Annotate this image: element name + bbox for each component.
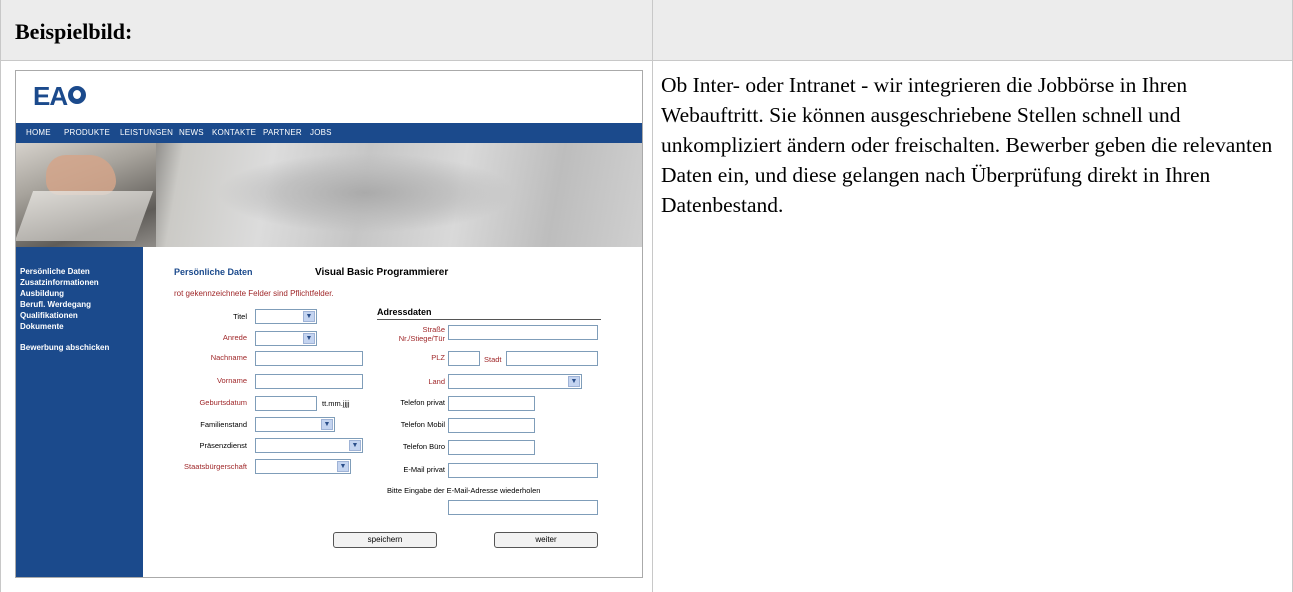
geburtsdatum-label: Geburtsdatum — [199, 398, 247, 407]
application-form: Persönliche Daten Visual Basic Programmi… — [143, 247, 642, 577]
sidebar-item-bewerbung-abschicken[interactable]: Bewerbung abschicken — [20, 343, 109, 352]
nav-partner[interactable]: PARTNER — [263, 128, 302, 137]
table-column-divider — [652, 0, 653, 592]
banner-hand-image — [46, 155, 116, 195]
top-nav: HOME PRODUKTE LEISTUNGEN NEWS KONTAKTE P… — [16, 123, 642, 143]
chevron-down-icon: ▼ — [303, 333, 315, 344]
example-screenshot: EA HOME PRODUKTE LEISTUNGEN NEWS KONTAKT… — [15, 70, 643, 578]
form-section-label: Persönliche Daten — [174, 267, 253, 277]
nachname-input[interactable] — [255, 351, 363, 366]
nav-jobs[interactable]: JOBS — [310, 128, 332, 137]
strasse-input[interactable] — [448, 325, 598, 340]
nav-kontakte[interactable]: KONTAKTE — [212, 128, 256, 137]
next-button[interactable]: weiter — [494, 532, 598, 548]
email-repeat-hint: Bitte Eingabe der E-Mail-Adresse wiederh… — [387, 486, 541, 495]
description-text: Ob Inter- oder Intranet - wir integriere… — [661, 73, 1273, 217]
date-format-hint: tt.mm.jjjj — [322, 399, 350, 408]
familienstand-label: Familienstand — [200, 420, 247, 429]
chevron-down-icon: ▼ — [568, 376, 580, 387]
sidebar-item-zusatzinformationen[interactable]: Zusatzinformationen — [20, 278, 99, 287]
telefon-mobil-label: Telefon Mobil — [400, 420, 445, 429]
praesenzdienst-select[interactable]: ▼ — [255, 438, 363, 453]
land-select[interactable]: ▼ — [448, 374, 582, 389]
titel-label: Titel — [233, 312, 247, 321]
email-repeat-input[interactable] — [448, 500, 598, 515]
chevron-down-icon: ▼ — [303, 311, 315, 322]
banner-map-image — [216, 153, 516, 233]
required-note: rot gekennzeichnete Felder sind Pflichtf… — [174, 289, 334, 298]
sidebar: Persönliche Daten Zusatzinformationen Au… — [16, 247, 143, 577]
table-border-left — [0, 0, 1, 592]
sidebar-item-dokumente[interactable]: Dokumente — [20, 322, 64, 331]
land-label: Land — [428, 377, 445, 386]
sidebar-item-werdegang[interactable]: Berufl. Werdegang — [20, 300, 91, 309]
vorname-input[interactable] — [255, 374, 363, 389]
email-privat-input[interactable] — [448, 463, 598, 478]
email-privat-label: E-Mail privat — [403, 465, 445, 474]
chevron-down-icon: ▼ — [321, 419, 333, 430]
nachname-label: Nachname — [210, 353, 247, 362]
adressdaten-divider — [377, 319, 601, 320]
anrede-label: Anrede — [222, 333, 247, 342]
strasse-label: Straße — [422, 325, 445, 334]
nav-news[interactable]: NEWS — [179, 128, 204, 137]
telefon-buero-input[interactable] — [448, 440, 535, 455]
telefon-privat-input[interactable] — [448, 396, 535, 411]
chevron-down-icon: ▼ — [337, 461, 349, 472]
plz-input[interactable] — [448, 351, 480, 366]
save-button[interactable]: speichern — [333, 532, 437, 548]
header-banner-image — [16, 143, 642, 247]
nav-produkte[interactable]: PRODUKTE — [64, 128, 110, 137]
banner-keyboard-image — [16, 143, 156, 247]
stadt-input[interactable] — [506, 351, 598, 366]
titel-select[interactable]: ▼ — [255, 309, 317, 324]
sidebar-item-persoenliche-daten[interactable]: Persönliche Daten — [20, 267, 90, 276]
nav-leistungen[interactable]: LEISTUNGEN — [120, 128, 173, 137]
table-header-row: Beispielbild: — [0, 0, 1293, 61]
geburtsdatum-input[interactable] — [255, 396, 317, 411]
table-header-title: Beispielbild: — [15, 19, 133, 44]
site-logo-area: EA — [16, 71, 642, 123]
nav-home[interactable]: HOME — [26, 128, 51, 137]
telefon-mobil-input[interactable] — [448, 418, 535, 433]
vorname-label: Vorname — [216, 376, 247, 385]
telefon-privat-label: Telefon privat — [400, 398, 445, 407]
plz-label: PLZ — [431, 353, 445, 362]
stadt-label: Stadt — [484, 355, 502, 364]
staatsbuergerschaft-select[interactable]: ▼ — [255, 459, 351, 474]
staatsbuergerschaft-label: Staatsbürgerschaft — [184, 462, 247, 471]
sidebar-item-ausbildung[interactable]: Ausbildung — [20, 289, 64, 298]
anrede-select[interactable]: ▼ — [255, 331, 317, 346]
familienstand-select[interactable]: ▼ — [255, 417, 335, 432]
nr-label: Nr./Stiege/Tür — [398, 334, 445, 343]
banner-keys-image — [16, 191, 154, 241]
job-title: Visual Basic Programmierer — [315, 267, 449, 278]
telefon-buero-label: Telefon Büro — [402, 442, 445, 451]
logo-mark-icon — [68, 86, 87, 104]
adressdaten-heading: Adressdaten — [377, 307, 432, 317]
logo-text: EA — [33, 81, 68, 111]
praesenzdienst-label: Präsenzdienst — [199, 441, 247, 450]
site-logo: EA — [33, 81, 87, 112]
content-table: Beispielbild: Ob Inter- oder Intranet - … — [0, 0, 1293, 592]
sidebar-item-qualifikationen[interactable]: Qualifikationen — [20, 311, 78, 320]
